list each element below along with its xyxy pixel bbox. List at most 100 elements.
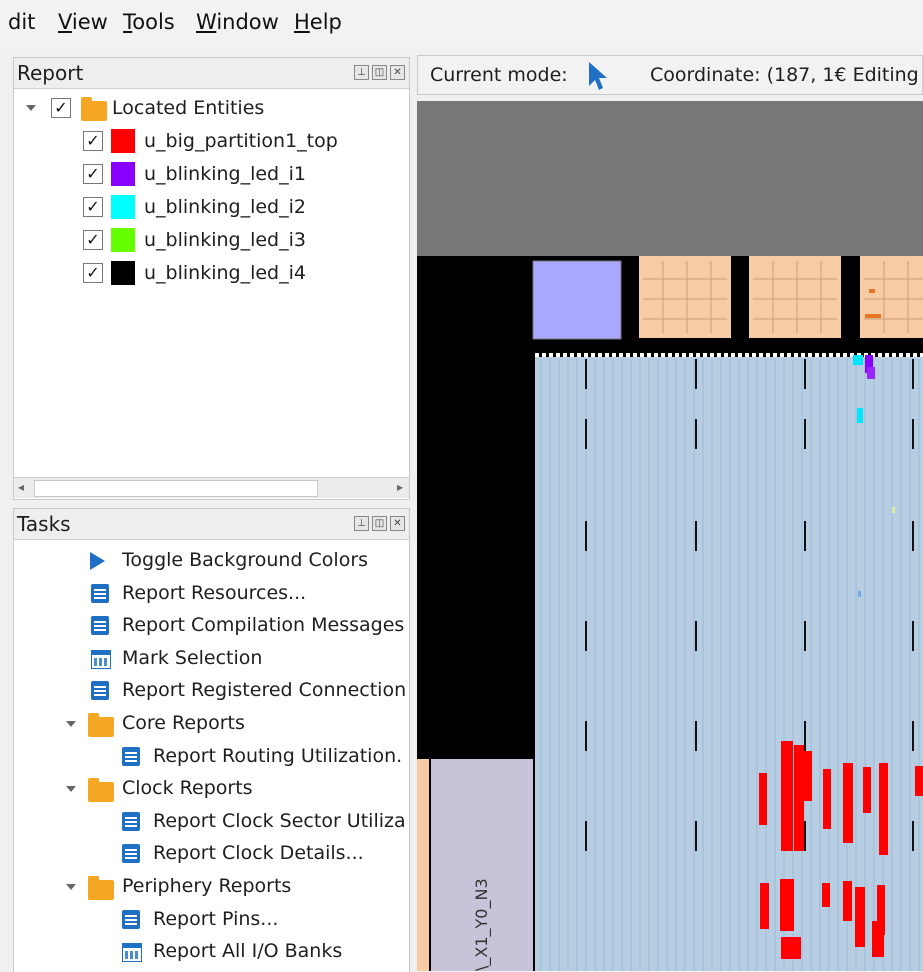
cursor-arrow-icon[interactable] [586,60,610,92]
current-mode-label: Current mode: [430,64,568,86]
task-label: Periphery Reports [122,875,292,897]
tree-item-entity[interactable]: ✓ u_blinking_led_i2 [14,192,404,224]
editor-toolbar: Current mode: Coordinate: (187, 1€ Editi… [417,55,923,95]
tasks-panel: Tasks ⊥ ◫ ✕ Toggle Background Colors Repo… [13,508,410,972]
tasks-panel-header: Tasks ⊥ ◫ ✕ [14,509,409,540]
menu-help[interactable]: Help [294,10,342,34]
task-label: Report Clock Sector Utiliza [153,809,406,832]
scroll-right-icon[interactable]: ▸ [397,480,403,494]
placed-cell [780,879,794,931]
placed-cell [794,745,804,851]
tile-row [639,256,923,338]
task-item[interactable]: Core Reports [14,708,409,740]
folder-icon [81,97,107,121]
region-strip [417,759,429,971]
placed-cell [822,883,830,907]
tree-item-entity[interactable]: ✓ u_blinking_led_i3 [14,225,404,257]
float-icon[interactable]: ◫ [372,516,387,531]
io-block[interactable] [532,260,622,340]
report-panel: Report ⊥ ◫ ✕ ✓ Located Entities ✓ u_big_p… [13,57,410,500]
placed-cell [781,741,793,851]
task-item[interactable]: Report Pins... [14,904,409,936]
chevron-down-icon[interactable] [66,884,76,890]
entity-checkbox[interactable]: ✓ [83,263,103,283]
tree-root-located-entities[interactable]: ✓ Located Entities [14,93,404,125]
chevron-down-icon[interactable] [66,721,76,727]
float-icon[interactable]: ◫ [372,65,387,80]
color-swatch [111,195,135,219]
checkbox-located-entities[interactable]: ✓ [51,98,71,118]
task-label: Report Pins... [153,907,279,930]
task-label: Report All I/O Banks [153,940,343,963]
report-icon [122,811,140,831]
tasks-panel-title: Tasks [17,512,71,536]
report-icon [91,681,109,701]
tile[interactable] [749,256,841,338]
menu-window[interactable]: Window [196,10,279,34]
region-label: \_X1_Y0_N3 [472,878,492,971]
pin-icon[interactable]: ⊥ [354,65,369,80]
chevron-down-icon[interactable] [26,105,36,111]
placed-cell [855,887,865,947]
placed-cell [759,773,767,825]
placed-cell [915,766,923,796]
pin-icon[interactable]: ⊥ [354,516,369,531]
task-item[interactable]: Report Clock Sector Utiliza [14,806,409,838]
report-icon [122,844,140,864]
task-item[interactable]: Report Registered Connection [14,675,409,707]
tree-item-entity[interactable]: ✓ u_big_partition1_top [14,126,404,158]
placed-cell [804,751,812,801]
task-item[interactable]: Report Compilation Messages [14,610,409,642]
floorplan-view[interactable]: \_X1_Y0_N3 [417,101,923,971]
close-icon[interactable]: ✕ [390,65,405,80]
task-item[interactable]: Report Clock Details... [14,838,409,870]
task-label: Report Compilation Messages [122,614,405,637]
entity-checkbox[interactable]: ✓ [83,230,103,250]
tile[interactable] [860,256,923,338]
task-item[interactable]: Report All I/O Banks [14,936,409,968]
entity-label: u_blinking_led_i3 [144,229,306,251]
color-swatch [111,129,135,153]
chip-planner-canvas[interactable]: \_X1_Y0_N3 [417,101,923,971]
task-item[interactable]: Periphery Reports [14,871,409,903]
placed-cell [843,881,852,921]
task-item[interactable]: Toggle Background Colors [14,545,409,577]
tile[interactable] [639,256,731,338]
entity-label: u_blinking_led_i4 [144,262,306,284]
task-item[interactable]: Mark Selection [14,643,409,675]
report-icon [91,583,109,603]
task-label: Clock Reports [122,777,253,800]
tree-item-entity[interactable]: ✓ u_blinking_led_i1 [14,159,404,191]
task-label: Core Reports [122,712,245,734]
entity-checkbox[interactable]: ✓ [83,197,103,217]
scrollbar-thumb[interactable] [34,480,318,497]
tree-item-entity[interactable]: ✓ u_blinking_led_i4 [14,258,404,290]
entity-checkbox[interactable]: ✓ [83,131,103,151]
task-item[interactable]: Report Resources... [14,578,409,610]
menu-tools[interactable]: Tools [123,10,175,34]
folder-icon [88,713,114,737]
close-icon[interactable]: ✕ [390,516,405,531]
task-label: Report Routing Utilization. [153,744,403,767]
task-label: Mark Selection [122,646,263,669]
scroll-left-icon[interactable]: ◂ [18,480,24,494]
chevron-down-icon[interactable] [66,786,76,793]
task-item[interactable]: Clock Reports [14,773,409,805]
report-icon [91,616,109,636]
table-icon [91,649,111,669]
task-item[interactable]: Report Routing Utilization. [14,741,409,773]
tree-label: Located Entities [112,97,265,119]
color-swatch [111,261,135,285]
placed-cell [823,769,831,829]
placed-cell [863,767,871,813]
horizontal-scrollbar[interactable]: ◂ ▸ [14,477,409,498]
folder-icon [88,778,114,803]
placed-cell [879,763,888,855]
task-label: Report Clock Details... [153,842,364,865]
menu-view[interactable]: View [58,10,108,34]
menu-edit[interactable]: dit [8,10,35,34]
menubar: dit View Tools Window Help [0,0,923,48]
entity-checkbox[interactable]: ✓ [83,164,103,184]
color-swatch [111,228,135,252]
entity-label: u_blinking_led_i2 [144,196,306,218]
